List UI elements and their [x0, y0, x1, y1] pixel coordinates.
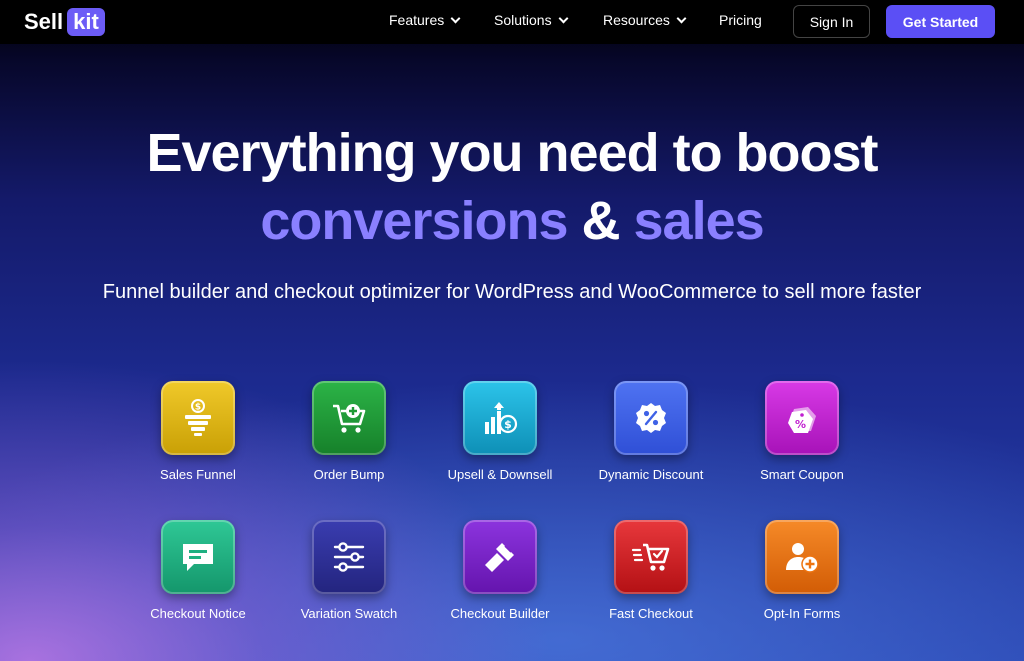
- feature-sales-funnel[interactable]: $ Sales Funnel: [123, 381, 273, 501]
- sign-in-button[interactable]: Sign In: [793, 5, 870, 38]
- sellkit-logo[interactable]: Sell kit: [24, 7, 105, 37]
- feature-order-bump[interactable]: Order Bump: [274, 381, 424, 501]
- feature-label: Checkout Notice: [150, 606, 246, 621]
- feature-opt-in-forms[interactable]: Opt-In Forms: [727, 520, 877, 640]
- user-add-icon: [765, 520, 839, 594]
- percent-badge-icon: [614, 381, 688, 455]
- feature-label: Checkout Builder: [450, 606, 550, 621]
- cart-plus-icon: [312, 381, 386, 455]
- feature-label: Order Bump: [313, 467, 385, 482]
- feature-label: Sales Funnel: [160, 467, 236, 482]
- sliders-icon: [312, 520, 386, 594]
- nav-item-label: Pricing: [719, 12, 762, 28]
- feature-label: Fast Checkout: [609, 606, 693, 621]
- top-navbar: Sell kit Features Solutions Resources Pr…: [0, 0, 1024, 44]
- svg-text:$: $: [504, 418, 512, 431]
- feature-upsell-downsell[interactable]: $ Upsell & Downsell: [425, 381, 575, 501]
- chevron-down-icon: [676, 13, 687, 23]
- feature-label: Dynamic Discount: [598, 467, 704, 482]
- feature-checkout-builder[interactable]: Checkout Builder: [425, 520, 575, 640]
- feature-smart-coupon[interactable]: % Smart Coupon: [727, 381, 877, 501]
- get-started-button[interactable]: Get Started: [886, 5, 995, 38]
- headline-accent-conversions: conversions: [260, 191, 568, 251]
- feature-label: Variation Swatch: [300, 606, 398, 621]
- feature-checkout-notice[interactable]: Checkout Notice: [123, 520, 273, 640]
- nav-item-label: Features: [389, 12, 445, 28]
- feature-label: Upsell & Downsell: [447, 467, 553, 482]
- svg-text:$: $: [195, 403, 201, 413]
- feature-label: Opt-In Forms: [763, 606, 841, 621]
- hero-subtitle: Funnel builder and checkout optimizer fo…: [102, 281, 922, 303]
- nav-item-label: Resources: [603, 12, 670, 28]
- chevron-down-icon: [558, 13, 569, 23]
- feature-label: Smart Coupon: [760, 467, 844, 482]
- feature-variation-swatch[interactable]: Variation Swatch: [274, 520, 424, 640]
- feature-dynamic-discount[interactable]: Dynamic Discount: [576, 381, 726, 501]
- message-icon: [161, 520, 235, 594]
- logo-kit-text: kit: [67, 8, 105, 36]
- hero-headline-line2: conversions & sales: [0, 190, 1024, 252]
- chart-dollar-icon: $: [463, 381, 537, 455]
- fast-cart-icon: [614, 520, 688, 594]
- svg-text:%: %: [795, 418, 806, 431]
- chevron-down-icon: [450, 13, 461, 23]
- headline-accent-sales: sales: [633, 191, 765, 251]
- funnel-dollar-icon: $: [161, 381, 235, 455]
- feature-fast-checkout[interactable]: Fast Checkout: [576, 520, 726, 640]
- hero-background: Sell kit Features Solutions Resources Pr…: [0, 0, 1024, 661]
- paint-brush-icon: [463, 520, 537, 594]
- logo-sell-text: Sell: [24, 9, 64, 34]
- nav-item-features[interactable]: Features: [389, 12, 461, 28]
- nav-item-resources[interactable]: Resources: [603, 12, 687, 28]
- nav-item-solutions[interactable]: Solutions: [494, 12, 569, 28]
- nav-item-pricing[interactable]: Pricing: [719, 12, 762, 28]
- nav-item-label: Solutions: [494, 12, 552, 28]
- hero-headline-line1: Everything you need to boost: [146, 123, 878, 183]
- headline-ampersand: &: [567, 191, 634, 251]
- coupon-tag-icon: %: [765, 381, 839, 455]
